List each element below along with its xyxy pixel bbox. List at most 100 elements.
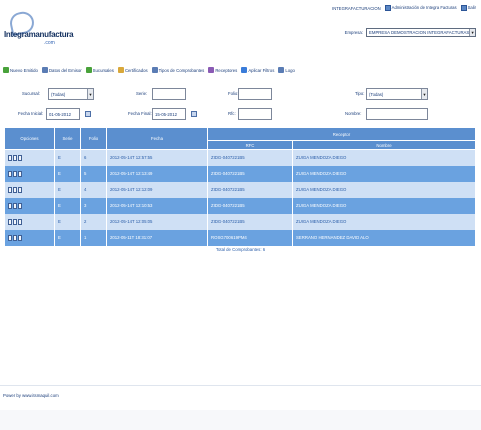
nav-aplicar-filtros[interactable]: Aplicar Filtros xyxy=(241,67,274,73)
table-row[interactable]: E 1 2012-05-11T 18:31:07 ROSG700619PM4 S… xyxy=(4,229,476,246)
xml-icon[interactable] xyxy=(12,218,17,225)
cell-rfc: ZIDG-0407221B5 xyxy=(207,213,293,230)
email-icon[interactable] xyxy=(17,170,22,177)
xml-icon[interactable] xyxy=(12,234,17,241)
nav-receptores[interactable]: Receptores xyxy=(208,67,237,73)
pdf-icon[interactable] xyxy=(7,154,12,161)
nav-datos-emisor[interactable]: Datos del Emisor xyxy=(41,67,82,73)
admin-icon xyxy=(384,5,391,11)
cell-serie: E xyxy=(54,229,81,246)
footer-prefix: Power by xyxy=(3,393,21,398)
pdf-icon[interactable] xyxy=(7,218,12,225)
col-nombre: Nombre xyxy=(292,140,476,150)
cell-rfc: ROSG700619PM4 xyxy=(207,229,293,246)
chevron-down-icon: ▼ xyxy=(421,89,427,99)
pdf-icon[interactable] xyxy=(7,170,12,177)
nav-nuevo-emitido[interactable]: Nuevo Emitido xyxy=(3,67,38,73)
top-link-admin[interactable]: Administración de Integra Facturas xyxy=(384,5,457,11)
table-row[interactable]: E 6 2012-05-14T 12:57:55 ZIDG-0407221B5 … xyxy=(4,149,476,166)
fecha-inicial-label: Fecha Inicial: xyxy=(18,111,44,116)
calendar-icon[interactable] xyxy=(85,111,91,117)
tipo-label: Tipo: xyxy=(355,91,365,96)
col-serie: Serie xyxy=(54,127,81,150)
cell-folio: 4 xyxy=(80,181,107,198)
cell-folio: 1 xyxy=(80,229,107,246)
pdf-icon[interactable] xyxy=(7,186,12,193)
cell-rfc: ZIDG-0407221B5 xyxy=(207,197,293,214)
nav-sucursales[interactable]: Sucursales xyxy=(85,67,114,73)
cell-fecha: 2012-05-14T 12:05:05 xyxy=(106,213,208,230)
footer-link[interactable]: www.itsmaquil.com xyxy=(22,393,59,398)
rfc-label: Rfc: xyxy=(228,111,236,116)
filter-icon xyxy=(241,67,248,73)
cell-folio: 5 xyxy=(80,165,107,182)
email-icon[interactable] xyxy=(17,154,22,161)
company-select[interactable]: EMPRESA DEMOSTRACION INTEGRAFACTURAS ▼ xyxy=(366,28,476,37)
col-rfc: RFC xyxy=(207,140,293,150)
table-row[interactable]: E 5 2012-05-14T 12:13:49 ZIDG-0407221B5 … xyxy=(4,165,476,182)
top-link-logout[interactable]: Salir xyxy=(460,5,476,11)
rfc-input[interactable] xyxy=(238,108,272,120)
top-links: INTEGRAFACTURACION Administración de Int… xyxy=(332,5,476,11)
company-value: EMPRESA DEMOSTRACION INTEGRAFACTURAS xyxy=(369,30,470,35)
doc-types-icon xyxy=(151,67,158,73)
cell-serie: E xyxy=(54,213,81,230)
pdf-icon[interactable] xyxy=(7,234,12,241)
col-folio: Folio xyxy=(80,127,107,150)
cell-fecha: 2012-05-11T 18:31:07 xyxy=(106,229,208,246)
cell-fecha: 2012-05-14T 12:10:53 xyxy=(106,197,208,214)
nombre-input[interactable] xyxy=(366,108,428,120)
company-selector: Empresa: EMPRESA DEMOSTRACION INTEGRAFAC… xyxy=(345,28,476,37)
folio-label: Folio: xyxy=(228,91,239,96)
email-icon[interactable] xyxy=(17,186,22,193)
sucursal-label: Sucursal: xyxy=(22,91,40,96)
cell-rfc: ZIDG-0407221B5 xyxy=(207,181,293,198)
tipo-select[interactable]: (Todas) ▼ xyxy=(366,88,428,100)
nav-logo[interactable]: Logo xyxy=(278,67,295,73)
main-nav: Nuevo Emitido Datos del Emisor Sucursale… xyxy=(3,67,295,73)
cell-folio: 6 xyxy=(80,149,107,166)
row-actions xyxy=(7,186,54,193)
chevron-down-icon: ▼ xyxy=(469,29,475,36)
serie-input[interactable] xyxy=(152,88,186,100)
folio-input[interactable] xyxy=(238,88,272,100)
fecha-inicial-value: 01-05-2012 xyxy=(49,111,71,117)
nav-tipos-comprobantes[interactable]: Tipos de Comprobantes xyxy=(151,67,205,73)
top-link-integrafacturacion[interactable]: INTEGRAFACTURACION xyxy=(332,6,381,11)
cell-nombre: ZUIGA MENDOZA DIEGO xyxy=(292,197,476,214)
cell-rfc: ZIDG-0407221B5 xyxy=(207,149,293,166)
table-row[interactable]: E 2 2012-05-14T 12:05:05 ZIDG-0407221B5 … xyxy=(4,213,476,230)
comprobantes-table: Opciones Serie Folio Fecha Receptor RFC … xyxy=(4,127,476,246)
cell-fecha: 2012-05-14T 12:12:09 xyxy=(106,181,208,198)
xml-icon[interactable] xyxy=(12,170,17,177)
cell-folio: 3 xyxy=(80,197,107,214)
chevron-down-icon: ▼ xyxy=(87,89,93,99)
col-fecha: Fecha xyxy=(106,127,208,150)
xml-icon[interactable] xyxy=(12,154,17,161)
sucursal-select[interactable]: (Todas) ▼ xyxy=(48,88,94,100)
xml-icon[interactable] xyxy=(12,186,17,193)
calendar-icon[interactable] xyxy=(191,111,197,117)
nav-label: Datos del Emisor xyxy=(48,67,82,73)
row-actions xyxy=(7,154,54,161)
issuer-icon xyxy=(41,67,48,73)
fecha-inicial-input[interactable]: 01-05-2012 xyxy=(46,108,80,120)
nav-label: Tipos de Comprobantes xyxy=(158,67,205,73)
email-icon[interactable] xyxy=(17,202,22,209)
nav-label: Certificados xyxy=(124,67,148,73)
company-label: Empresa: xyxy=(344,30,363,35)
nav-certificados[interactable]: Certificados xyxy=(117,67,148,73)
xml-icon[interactable] xyxy=(12,202,17,209)
table-row[interactable]: E 4 2012-05-14T 12:12:09 ZIDG-0407221B5 … xyxy=(4,181,476,198)
table-row[interactable]: E 3 2012-05-14T 12:10:53 ZIDG-0407221B5 … xyxy=(4,197,476,214)
footer-divider xyxy=(0,385,481,386)
cell-serie: E xyxy=(54,181,81,198)
tipo-value: (Todas) xyxy=(369,91,384,97)
nombre-label: Nombre: xyxy=(345,111,362,116)
cell-nombre: ZUIGA MENDOZA DIEGO xyxy=(292,165,476,182)
email-icon[interactable] xyxy=(17,234,22,241)
logo-subtitle: .com xyxy=(44,40,55,46)
pdf-icon[interactable] xyxy=(7,202,12,209)
fecha-final-input[interactable]: 15-05-2012 xyxy=(152,108,186,120)
email-icon[interactable] xyxy=(17,218,22,225)
